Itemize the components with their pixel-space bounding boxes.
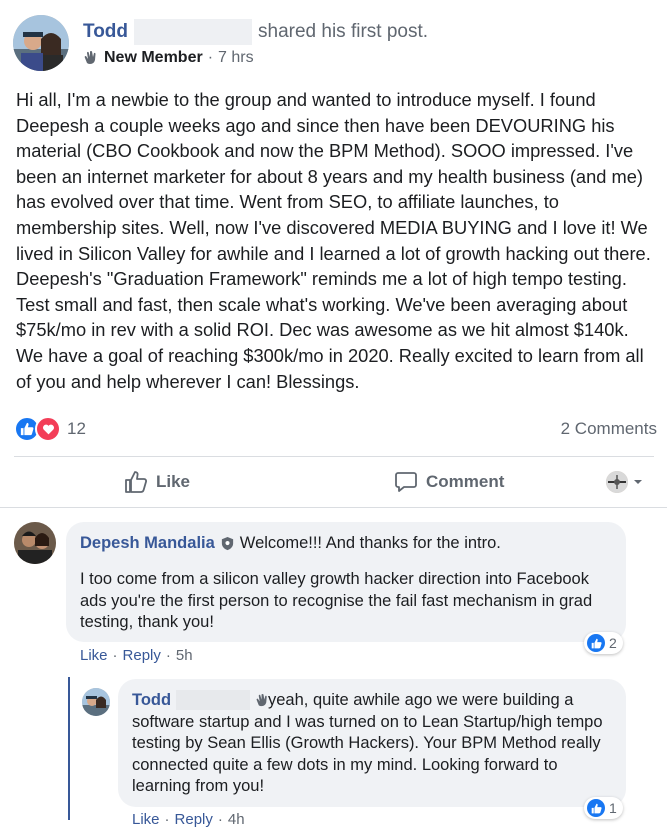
meta-separator: · xyxy=(207,49,214,66)
reaction-count[interactable]: 12 xyxy=(67,419,86,439)
author-name[interactable]: Todd xyxy=(83,21,128,43)
reply-thread-line xyxy=(68,677,70,820)
post-body: Hi all, I'm a newbie to the group and wa… xyxy=(16,89,651,392)
like-button[interactable]: Like xyxy=(124,470,190,494)
divider-top xyxy=(14,456,654,457)
love-reaction-icon xyxy=(35,416,61,442)
post-time[interactable]: 7 hrs xyxy=(218,49,254,67)
new-member-badge: New Member xyxy=(104,49,203,66)
like-reaction-icon xyxy=(587,799,605,817)
divider-bottom xyxy=(0,507,667,508)
comment-label: Comment xyxy=(426,472,505,491)
admin-shield-icon xyxy=(220,536,235,551)
comment-first-line: Welcome!!! And thanks for the intro. xyxy=(239,534,501,552)
reply-reactions[interactable]: 1 xyxy=(584,797,623,819)
wave-hand-icon xyxy=(83,50,99,66)
comment-time[interactable]: 5h xyxy=(176,647,193,664)
dot-separator: · xyxy=(112,647,118,664)
comment-reactions[interactable]: 2 xyxy=(584,632,623,654)
post-reactions[interactable]: 12 xyxy=(14,416,86,442)
comment-like-link[interactable]: Like xyxy=(80,647,108,664)
comment-bubble-icon xyxy=(394,470,418,494)
like-label: Like xyxy=(156,472,191,491)
reply-text: yeah, quite awhile ago we were building … xyxy=(132,691,603,795)
author-avatar[interactable] xyxy=(13,15,69,71)
comment-text: I too come from a silicon valley growth … xyxy=(80,570,593,631)
comment-count[interactable]: 2 Comments xyxy=(561,419,657,439)
shared-text: shared his first post. xyxy=(258,21,429,42)
comment-reaction-count: 2 xyxy=(609,635,617,651)
comment-button[interactable]: Comment xyxy=(394,470,504,494)
like-thumb-icon xyxy=(124,470,148,494)
comment-reply-link[interactable]: Reply xyxy=(123,647,161,664)
like-reaction-icon xyxy=(587,634,605,652)
reaction-selector[interactable] xyxy=(606,471,644,493)
chevron-down-icon xyxy=(632,476,644,488)
redacted-surname xyxy=(134,19,253,45)
viewer-avatar xyxy=(606,471,628,493)
commenter-name[interactable]: Depesh Mandalia xyxy=(80,534,215,553)
dot-separator: · xyxy=(165,647,171,664)
reply-avatar[interactable] xyxy=(82,688,110,716)
commenter-avatar[interactable] xyxy=(14,522,56,564)
reply-reaction-count: 1 xyxy=(609,800,617,816)
